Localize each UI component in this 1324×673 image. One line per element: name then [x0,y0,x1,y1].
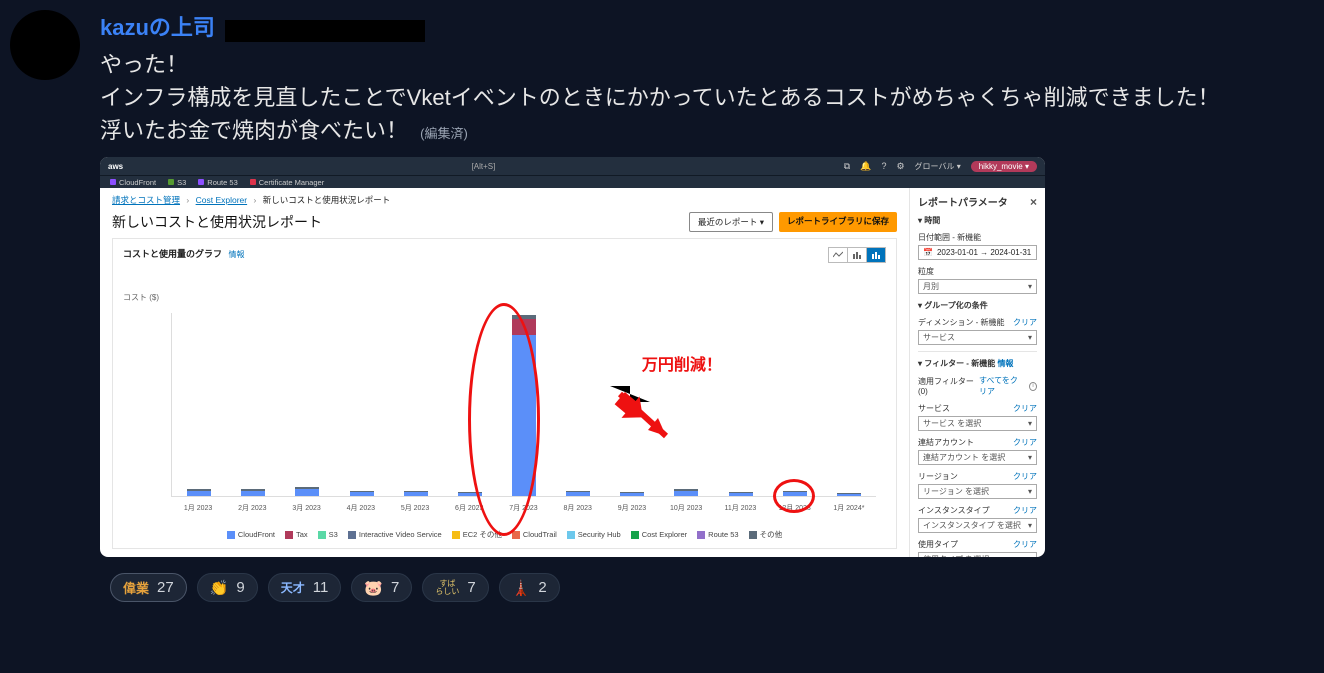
chart-bar [295,313,319,496]
annotation-circle-big [468,303,540,536]
aws-favorites-bar: CloudFront S3 Route 53 Certificate Manag… [100,175,1045,188]
fav-route53[interactable]: Route 53 [198,178,237,187]
chart-type-bar[interactable] [866,247,886,263]
chart-bar [404,313,428,496]
y-axis-label: コスト ($) [123,292,886,303]
save-to-library-button[interactable]: レポートライブラリに保存 [779,212,897,232]
rp-dim-clear[interactable]: クリア [1013,317,1037,328]
chart-type-line[interactable] [828,247,848,263]
report-params-panel: レポートパラメータ × ▾ 時間 日付範囲 - 新機能 📅 2023-01-01… [910,188,1045,557]
rp-gran-label: 粒度 [918,266,934,277]
info-icon[interactable]: i [1029,382,1037,391]
legend-item[interactable]: CloudTrail [512,529,557,540]
aws-logo: aws [108,162,123,171]
legend-item[interactable]: その他 [749,529,783,540]
chart-bar [241,313,265,496]
legend-item[interactable]: Route 53 [697,529,738,540]
rp-title: レポートパラメータ [918,194,1008,209]
clear-utype[interactable]: クリア [1013,539,1037,550]
recent-reports-button[interactable]: 最近のレポート ▾ [689,212,773,232]
reaction-igyo[interactable]: 偉業27 [110,573,187,602]
annotation-circle-small [773,479,815,513]
chart-bar [350,313,374,496]
clear-itype[interactable]: クリア [1013,505,1037,516]
chart-info-link[interactable]: 情報 [229,250,245,259]
embedded-screenshot[interactable]: aws [Alt+S] ⧉ 🔔 ? ⚙ グローバル ▾ hikky_movie … [100,157,1045,557]
rp-applied-count: 適用フィルター (0) [918,376,975,396]
legend-item[interactable]: Interactive Video Service [348,529,442,540]
breadcrumb-cost-explorer[interactable]: Cost Explorer [196,195,248,205]
chart-plot: 1月 20232月 20233月 20234月 20235月 20236月 20… [123,307,886,527]
chart-bar [566,313,590,496]
page-title: 新しいコストと使用状況レポート [112,212,322,232]
chart-title: コストと使用量のグラフ [123,249,222,259]
breadcrumb: 請求とコスト管理 › Cost Explorer › 新しいコストと使用状況レポ… [100,188,909,212]
chart-bar [187,313,211,496]
legend-item[interactable]: Security Hub [567,529,621,540]
reaction-clap[interactable]: 👏9 [197,573,258,602]
help-icon[interactable]: ? [881,161,886,171]
chart-card: コストと使用量のグラフ 情報 コスト ($) 1月 20232月 20233月 … [112,238,897,549]
region-selector[interactable]: グローバル ▾ [915,161,961,172]
settings-icon[interactable]: ⚙ [896,161,904,172]
search-shortcut: [Alt+S] [472,162,496,171]
redacted-metadata [225,20,425,42]
account-menu[interactable]: hikky_movie ▾ [971,161,1037,172]
chart-type-stack[interactable] [847,247,867,263]
clear-service[interactable]: クリア [1013,403,1037,414]
chart-bar [837,313,861,496]
reaction-pig[interactable]: 🐷7 [351,573,412,602]
filter-account-select[interactable]: 連結アカウント を選択▾ [918,450,1037,465]
legend-item[interactable]: S3 [318,529,338,540]
rp-groupby-section[interactable]: ▾ グループ化の条件 [918,300,1037,311]
reaction-tower[interactable]: 🗼2 [499,573,560,602]
chart-type-toolbar [828,247,886,263]
fav-s3[interactable]: S3 [168,178,186,187]
legend-item[interactable]: CloudFront [227,529,275,540]
filter-service-select[interactable]: サービス を選択▾ [918,416,1037,431]
rp-filter-section[interactable]: ▾ フィルター - 新機能 情報 [918,358,1037,369]
username[interactable]: kazuの上司 [100,10,215,42]
clear-account[interactable]: クリア [1013,437,1037,448]
filter-utype-select[interactable]: 使用タイプ を選択▾ [918,552,1037,557]
fav-acm[interactable]: Certificate Manager [250,178,324,187]
aws-topbar: aws [Alt+S] ⧉ 🔔 ? ⚙ グローバル ▾ hikky_movie … [100,157,1045,175]
close-icon[interactable]: × [1030,195,1037,209]
legend-item[interactable]: Tax [285,529,308,540]
notifications-icon[interactable]: 🔔 [860,161,871,172]
filter-itype-select[interactable]: インスタンスタイプ を選択▾ [918,518,1037,533]
annotation-text: 万円削減！ [642,351,722,375]
rp-dim-label: ディメンション - 新機能 [918,317,1005,328]
breadcrumb-current: 新しいコストと使用状況レポート [263,195,391,205]
granularity-select[interactable]: 月別▾ [918,279,1037,294]
reaction-genius[interactable]: 天才11 [268,573,342,602]
reactions-bar: 偉業27 👏9 天才11 🐷7 すばらしい7 🗼2 [110,573,1324,602]
reaction-subarashii[interactable]: すばらしい7 [422,573,488,602]
clear-region[interactable]: クリア [1013,471,1037,482]
message-body: やった！ インフラ構成を見直したことでVketイベントのときにかかっていたとある… [100,48,1304,147]
breadcrumb-billing[interactable]: 請求とコスト管理 [112,195,180,205]
fav-cloudfront[interactable]: CloudFront [110,178,156,187]
chart-bar [729,313,753,496]
rp-date-label: 日付範囲 - 新機能 [918,232,981,243]
date-range-input[interactable]: 📅 2023-01-01 → 2024-01-31 [918,245,1037,260]
edited-label: (編集済) [420,126,468,141]
cloudshell-icon[interactable]: ⧉ [844,161,850,172]
chart-bar [783,313,807,496]
avatar [10,10,80,80]
legend-item[interactable]: Cost Explorer [631,529,687,540]
rp-reset-all[interactable]: すべてをクリア [979,375,1025,397]
filter-region-select[interactable]: リージョン を選択▾ [918,484,1037,499]
annotation-arrow [604,386,684,456]
rp-time-section[interactable]: ▾ 時間 [918,215,1037,226]
dimension-select[interactable]: サービス▾ [918,330,1037,345]
